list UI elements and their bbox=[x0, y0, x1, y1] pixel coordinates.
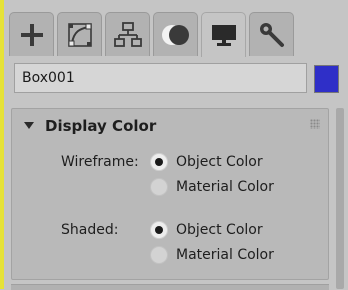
wireframe-object-color-radio[interactable] bbox=[150, 153, 168, 171]
wireframe-label: Wireframe: bbox=[61, 154, 139, 170]
radio-label: Material Color bbox=[176, 179, 274, 195]
drag-grip-icon[interactable] bbox=[310, 119, 320, 129]
next-rollout-edge bbox=[11, 284, 329, 290]
bezier-curve-icon bbox=[66, 21, 94, 49]
wireframe-material-color-radio[interactable] bbox=[150, 178, 168, 196]
object-color-swatch[interactable] bbox=[314, 65, 339, 93]
radio-label: Material Color bbox=[176, 247, 274, 263]
tab-hierarchy[interactable] bbox=[105, 12, 150, 56]
shaded-label: Shaded: bbox=[61, 222, 119, 238]
wrench-icon bbox=[258, 21, 286, 49]
monitor-icon bbox=[210, 22, 238, 48]
wireframe-material-color-option[interactable]: Material Color bbox=[150, 176, 274, 198]
panel-scrollbar[interactable] bbox=[336, 108, 344, 289]
display-color-rollout: Display Color Wireframe: Object Color Ma… bbox=[11, 108, 329, 280]
hierarchy-icon bbox=[113, 21, 142, 49]
command-panel: Display Color Wireframe: Object Color Ma… bbox=[4, 0, 348, 290]
shaded-material-color-radio[interactable] bbox=[150, 246, 168, 264]
tab-utilities[interactable] bbox=[249, 12, 294, 56]
plus-icon bbox=[19, 22, 45, 48]
tab-motion[interactable] bbox=[153, 12, 198, 56]
shaded-object-color-radio[interactable] bbox=[150, 221, 168, 239]
motion-circles-icon bbox=[161, 22, 191, 48]
object-name-input[interactable] bbox=[14, 63, 307, 93]
command-panel-tabs bbox=[4, 0, 348, 57]
radio-label: Object Color bbox=[176, 222, 263, 238]
radio-label: Object Color bbox=[176, 154, 263, 170]
tab-modify[interactable] bbox=[57, 12, 102, 56]
tab-create[interactable] bbox=[9, 12, 54, 56]
wireframe-object-color-option[interactable]: Object Color bbox=[150, 151, 263, 173]
collapse-triangle-icon[interactable] bbox=[24, 122, 34, 129]
object-name-row bbox=[4, 56, 348, 106]
rollout-title: Display Color bbox=[45, 117, 157, 135]
tab-display[interactable] bbox=[201, 12, 246, 57]
shaded-object-color-option[interactable]: Object Color bbox=[150, 219, 263, 241]
rollout-header[interactable]: Display Color bbox=[12, 109, 328, 143]
shaded-material-color-option[interactable]: Material Color bbox=[150, 244, 274, 266]
